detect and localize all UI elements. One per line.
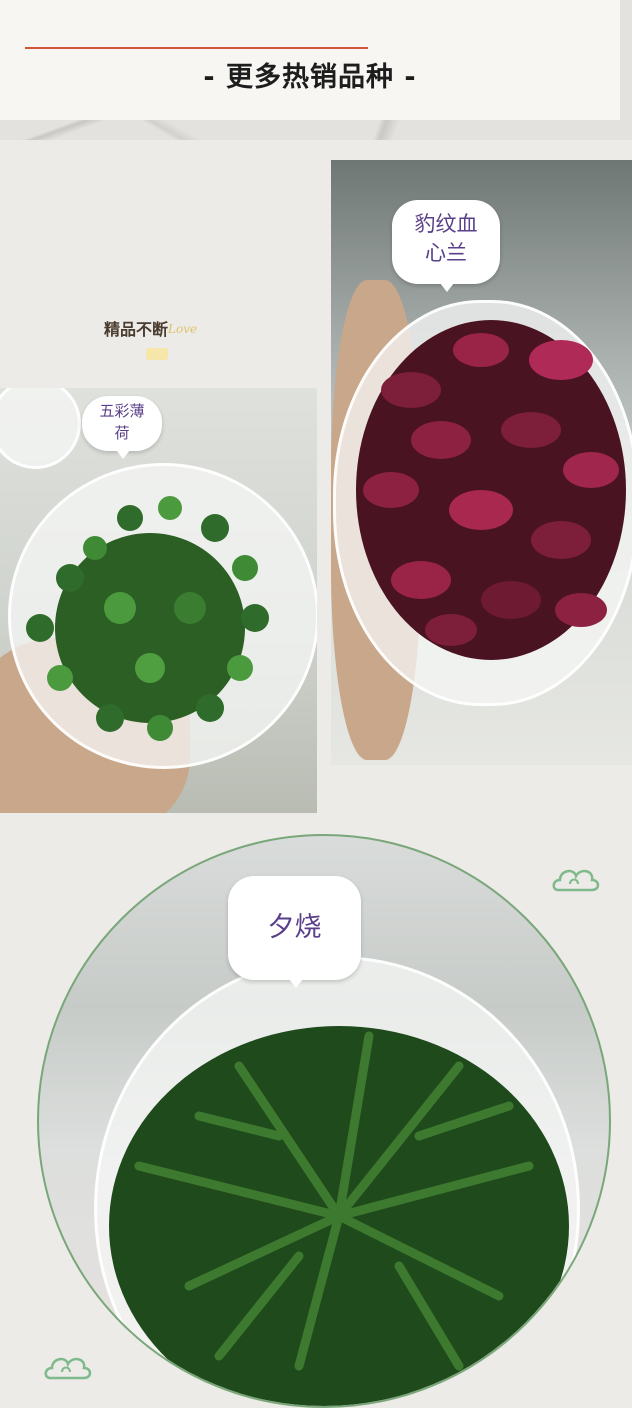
product-photo-wucai-bohe bbox=[0, 388, 317, 813]
tagline-script: Love bbox=[168, 322, 198, 336]
label-line-1: 五彩薄 bbox=[99, 402, 145, 420]
label-bubble-baowen-xuexinlan: 豹纹血 心兰 bbox=[392, 200, 500, 292]
label-bubble-wucai-bohe: 五彩薄 荷 bbox=[82, 396, 162, 459]
header-card: - 更多热销品种 - bbox=[0, 0, 620, 120]
auspicious-cloud-icon bbox=[44, 1350, 92, 1392]
auspicious-cloud-icon bbox=[552, 862, 600, 904]
label-line-2: 心兰 bbox=[425, 241, 467, 265]
marble-header: - 更多热销品种 - bbox=[0, 0, 632, 140]
label-line-2: 荷 bbox=[114, 424, 130, 442]
section-title: - 更多热销品种 - bbox=[203, 62, 417, 93]
mint-foliage bbox=[26, 496, 269, 741]
label-bubble-xishao: 夕烧 bbox=[228, 876, 361, 988]
tagline-decoration bbox=[146, 348, 168, 360]
tagline: 精品不断 bbox=[104, 320, 169, 339]
header-accent-line bbox=[25, 47, 368, 49]
label-line-1: 豹纹血 bbox=[414, 212, 478, 236]
